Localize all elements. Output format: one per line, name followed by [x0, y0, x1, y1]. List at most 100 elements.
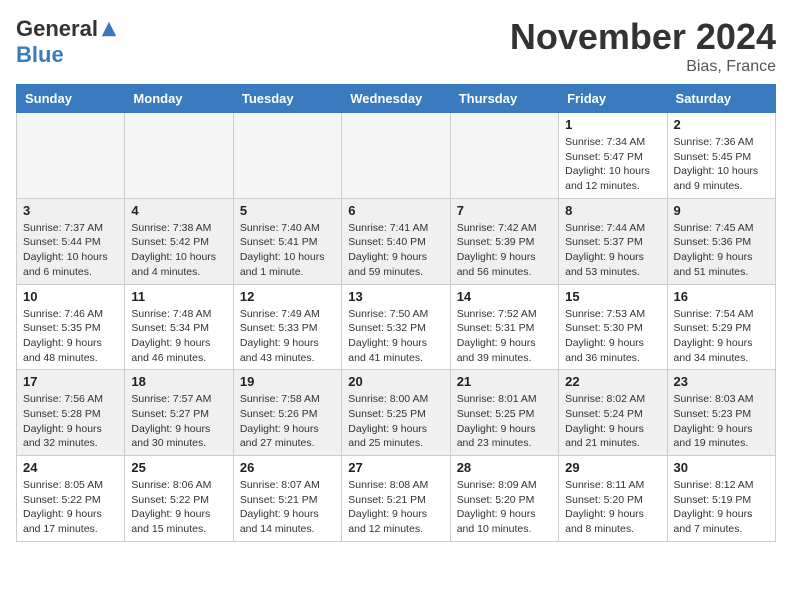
- calendar-cell: 25 Sunrise: 8:06 AM Sunset: 5:22 PM Dayli…: [125, 456, 233, 542]
- day-info: Sunrise: 7:38 AM Sunset: 5:42 PM Dayligh…: [131, 221, 226, 280]
- calendar-cell: 8 Sunrise: 7:44 AM Sunset: 5:37 PM Daylig…: [559, 198, 667, 284]
- calendar-cell: [450, 113, 558, 199]
- month-title: November 2024: [510, 16, 776, 58]
- day-number: 29: [565, 460, 660, 475]
- day-number: 30: [674, 460, 769, 475]
- day-number: 4: [131, 203, 226, 218]
- day-number: 20: [348, 374, 443, 389]
- day-info: Sunrise: 8:00 AM Sunset: 5:25 PM Dayligh…: [348, 392, 443, 451]
- calendar-cell: 30 Sunrise: 8:12 AM Sunset: 5:19 PM Dayli…: [667, 456, 775, 542]
- day-info: Sunrise: 8:01 AM Sunset: 5:25 PM Dayligh…: [457, 392, 552, 451]
- logo-icon: [100, 20, 118, 38]
- calendar-cell: [342, 113, 450, 199]
- day-number: 23: [674, 374, 769, 389]
- day-number: 13: [348, 289, 443, 304]
- calendar-cell: 3 Sunrise: 7:37 AM Sunset: 5:44 PM Daylig…: [17, 198, 125, 284]
- day-number: 26: [240, 460, 335, 475]
- calendar-cell: 18 Sunrise: 7:57 AM Sunset: 5:27 PM Dayli…: [125, 370, 233, 456]
- day-info: Sunrise: 7:44 AM Sunset: 5:37 PM Dayligh…: [565, 221, 660, 280]
- calendar-cell: 9 Sunrise: 7:45 AM Sunset: 5:36 PM Daylig…: [667, 198, 775, 284]
- day-number: 7: [457, 203, 552, 218]
- calendar-cell: 16 Sunrise: 7:54 AM Sunset: 5:29 PM Dayli…: [667, 284, 775, 370]
- calendar-week-row: 1 Sunrise: 7:34 AM Sunset: 5:47 PM Daylig…: [17, 113, 776, 199]
- calendar-cell: 21 Sunrise: 8:01 AM Sunset: 5:25 PM Dayli…: [450, 370, 558, 456]
- logo-general-text: General: [16, 16, 98, 42]
- calendar-cell: 17 Sunrise: 7:56 AM Sunset: 5:28 PM Dayli…: [17, 370, 125, 456]
- calendar-cell: 6 Sunrise: 7:41 AM Sunset: 5:40 PM Daylig…: [342, 198, 450, 284]
- day-number: 5: [240, 203, 335, 218]
- day-info: Sunrise: 7:49 AM Sunset: 5:33 PM Dayligh…: [240, 307, 335, 366]
- day-info: Sunrise: 8:12 AM Sunset: 5:19 PM Dayligh…: [674, 478, 769, 537]
- weekday-header-tuesday: Tuesday: [233, 85, 341, 113]
- day-info: Sunrise: 8:08 AM Sunset: 5:21 PM Dayligh…: [348, 478, 443, 537]
- weekday-header-row: SundayMondayTuesdayWednesdayThursdayFrid…: [17, 85, 776, 113]
- day-info: Sunrise: 8:06 AM Sunset: 5:22 PM Dayligh…: [131, 478, 226, 537]
- day-number: 8: [565, 203, 660, 218]
- calendar-cell: 13 Sunrise: 7:50 AM Sunset: 5:32 PM Dayli…: [342, 284, 450, 370]
- calendar-cell: [17, 113, 125, 199]
- day-number: 27: [348, 460, 443, 475]
- weekday-header-friday: Friday: [559, 85, 667, 113]
- weekday-header-saturday: Saturday: [667, 85, 775, 113]
- calendar-cell: 5Sunrise: 7:40 AM Sunset: 5:41 PM Daylig…: [233, 198, 341, 284]
- day-number: 19: [240, 374, 335, 389]
- day-number: 22: [565, 374, 660, 389]
- calendar-week-row: 10Sunrise: 7:46 AM Sunset: 5:35 PM Dayli…: [17, 284, 776, 370]
- day-number: 12: [240, 289, 335, 304]
- day-number: 9: [674, 203, 769, 218]
- day-info: Sunrise: 7:41 AM Sunset: 5:40 PM Dayligh…: [348, 221, 443, 280]
- title-block: November 2024 Bias, France: [510, 16, 776, 76]
- weekday-header-monday: Monday: [125, 85, 233, 113]
- calendar-week-row: 17 Sunrise: 7:56 AM Sunset: 5:28 PM Dayli…: [17, 370, 776, 456]
- day-info: Sunrise: 7:34 AM Sunset: 5:47 PM Dayligh…: [565, 135, 660, 194]
- calendar-week-row: 3 Sunrise: 7:37 AM Sunset: 5:44 PM Daylig…: [17, 198, 776, 284]
- day-info: Sunrise: 8:09 AM Sunset: 5:20 PM Dayligh…: [457, 478, 552, 537]
- day-info: Sunrise: 7:37 AM Sunset: 5:44 PM Dayligh…: [23, 221, 118, 280]
- day-info: Sunrise: 7:54 AM Sunset: 5:29 PM Dayligh…: [674, 307, 769, 366]
- logo: General Blue: [16, 16, 118, 68]
- day-number: 1: [565, 117, 660, 132]
- day-number: 10: [23, 289, 118, 304]
- calendar-cell: 12 Sunrise: 7:49 AM Sunset: 5:33 PM Dayli…: [233, 284, 341, 370]
- day-number: 21: [457, 374, 552, 389]
- day-number: 3: [23, 203, 118, 218]
- day-number: 2: [674, 117, 769, 132]
- day-info: Sunrise: 7:56 AM Sunset: 5:28 PM Dayligh…: [23, 392, 118, 451]
- day-number: 11: [131, 289, 226, 304]
- day-number: 28: [457, 460, 552, 475]
- day-info: Sunrise: 7:52 AM Sunset: 5:31 PM Dayligh…: [457, 307, 552, 366]
- calendar-cell: 27 Sunrise: 8:08 AM Sunset: 5:21 PM Dayli…: [342, 456, 450, 542]
- calendar-cell: [125, 113, 233, 199]
- calendar-cell: 15Sunrise: 7:53 AM Sunset: 5:30 PM Dayli…: [559, 284, 667, 370]
- calendar-cell: 28 Sunrise: 8:09 AM Sunset: 5:20 PM Dayli…: [450, 456, 558, 542]
- day-number: 16: [674, 289, 769, 304]
- day-info: Sunrise: 8:05 AM Sunset: 5:22 PM Dayligh…: [23, 478, 118, 537]
- calendar-cell: 29 Sunrise: 8:11 AM Sunset: 5:20 PM Dayli…: [559, 456, 667, 542]
- calendar-cell: 22 Sunrise: 8:02 AM Sunset: 5:24 PM Dayli…: [559, 370, 667, 456]
- day-info: Sunrise: 7:57 AM Sunset: 5:27 PM Dayligh…: [131, 392, 226, 451]
- calendar-table: SundayMondayTuesdayWednesdayThursdayFrid…: [16, 84, 776, 542]
- calendar-week-row: 24Sunrise: 8:05 AM Sunset: 5:22 PM Dayli…: [17, 456, 776, 542]
- day-info: Sunrise: 7:42 AM Sunset: 5:39 PM Dayligh…: [457, 221, 552, 280]
- calendar-cell: 26Sunrise: 8:07 AM Sunset: 5:21 PM Dayli…: [233, 456, 341, 542]
- day-info: Sunrise: 8:11 AM Sunset: 5:20 PM Dayligh…: [565, 478, 660, 537]
- calendar-cell: [233, 113, 341, 199]
- day-number: 25: [131, 460, 226, 475]
- calendar-cell: 1 Sunrise: 7:34 AM Sunset: 5:47 PM Daylig…: [559, 113, 667, 199]
- day-info: Sunrise: 8:02 AM Sunset: 5:24 PM Dayligh…: [565, 392, 660, 451]
- day-info: Sunrise: 7:45 AM Sunset: 5:36 PM Dayligh…: [674, 221, 769, 280]
- calendar-cell: 24Sunrise: 8:05 AM Sunset: 5:22 PM Dayli…: [17, 456, 125, 542]
- day-info: Sunrise: 7:50 AM Sunset: 5:32 PM Dayligh…: [348, 307, 443, 366]
- day-info: Sunrise: 7:58 AM Sunset: 5:26 PM Dayligh…: [240, 392, 335, 451]
- day-number: 18: [131, 374, 226, 389]
- weekday-header-thursday: Thursday: [450, 85, 558, 113]
- calendar-cell: 23 Sunrise: 8:03 AM Sunset: 5:23 PM Dayli…: [667, 370, 775, 456]
- calendar-cell: 14Sunrise: 7:52 AM Sunset: 5:31 PM Dayli…: [450, 284, 558, 370]
- day-info: Sunrise: 8:03 AM Sunset: 5:23 PM Dayligh…: [674, 392, 769, 451]
- day-number: 6: [348, 203, 443, 218]
- logo-blue-text: Blue: [16, 42, 64, 68]
- calendar-cell: 11Sunrise: 7:48 AM Sunset: 5:34 PM Dayli…: [125, 284, 233, 370]
- weekday-header-sunday: Sunday: [17, 85, 125, 113]
- location: Bias, France: [510, 58, 776, 76]
- day-number: 17: [23, 374, 118, 389]
